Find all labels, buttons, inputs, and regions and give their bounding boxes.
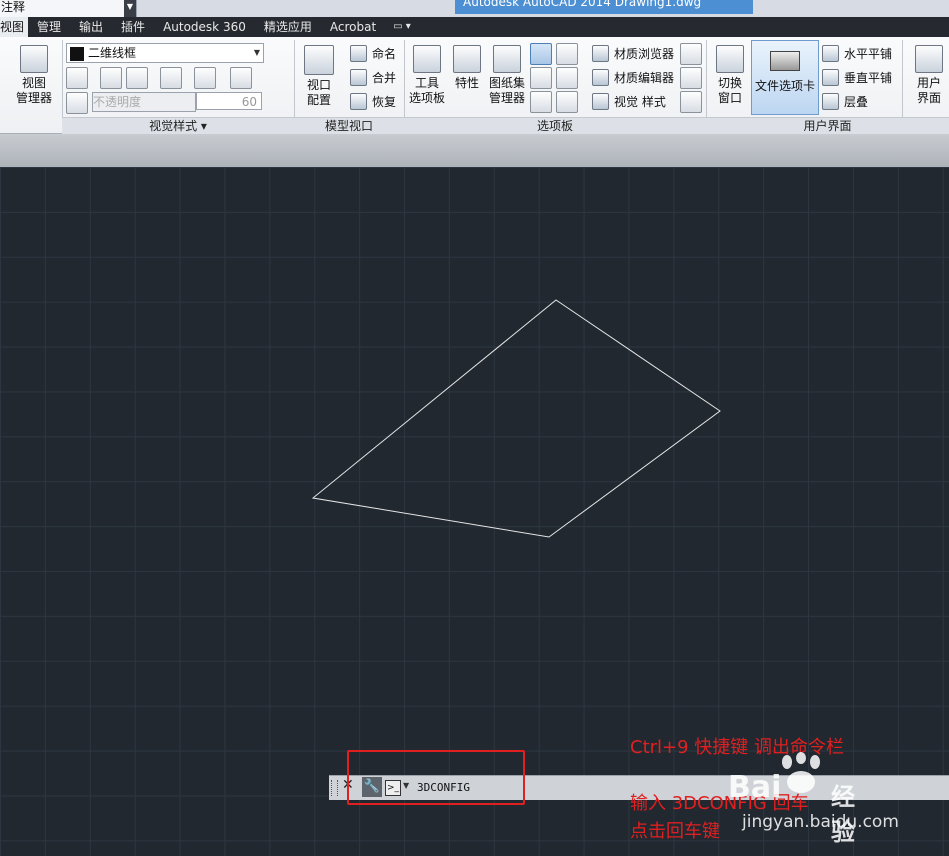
- quadrilateral-shape[interactable]: [311, 299, 721, 538]
- viewport-icon: [304, 45, 334, 75]
- visual-styles-button[interactable]: 视觉 样式: [592, 93, 666, 110]
- drag-grip-icon[interactable]: [331, 780, 338, 796]
- lighting-icon[interactable]: [194, 67, 216, 89]
- join-viewport-icon: [350, 69, 367, 86]
- ribbon-tabs: 视图 管理 输出 插件 Autodesk 360 精选应用 Acrobat ▭ …: [0, 17, 949, 37]
- opacity-cube-icon[interactable]: [66, 92, 88, 114]
- ribbon-toggle-icon[interactable]: ▭ ▾: [385, 17, 419, 37]
- properties-button[interactable]: 特性: [450, 45, 484, 91]
- user-interface-panel-title: 用户界面: [706, 117, 949, 134]
- tool-palette-icon: [413, 45, 441, 73]
- tab-output[interactable]: 输出: [70, 17, 112, 37]
- sun-properties-icon[interactable]: [680, 91, 702, 113]
- viewport-config-label: 视口 配置: [306, 78, 331, 107]
- palettes-panel-title: 选项板: [404, 117, 706, 134]
- properties-icon: [453, 45, 481, 73]
- tab-view[interactable]: 视图: [0, 17, 29, 37]
- tab-addins[interactable]: 插件: [112, 17, 154, 37]
- tile-horizontal-button[interactable]: 水平平铺: [822, 45, 892, 62]
- cascade-button[interactable]: 层叠: [822, 93, 868, 110]
- watermark-url: jingyan.baidu.com: [742, 812, 899, 832]
- transparency-label: 不透明度: [92, 92, 196, 112]
- join-viewports-button[interactable]: 合并: [350, 69, 396, 86]
- file-tabs-icon: [770, 51, 800, 71]
- quickcalc-icon[interactable]: [556, 91, 578, 113]
- view-manager-label: 视图 管理器: [15, 76, 52, 105]
- tile-vertical-icon: [822, 69, 839, 86]
- materials-editor-button[interactable]: 材质编辑器: [592, 69, 674, 86]
- tool-palettes-button[interactable]: 工具 选项板: [406, 45, 448, 106]
- tile-vertical-button[interactable]: 垂直平铺: [822, 69, 892, 86]
- watermark-brand: Bai: [728, 770, 782, 805]
- visual-style-dropdown[interactable]: 二维线框 ▼: [66, 43, 264, 63]
- sheetset-icon: [493, 45, 521, 73]
- visual-styles-icon: [592, 93, 609, 110]
- window-title: Autodesk AutoCAD 2014 Drawing1.dwg: [455, 0, 753, 14]
- render-env-icon[interactable]: [680, 67, 702, 89]
- materials-editor-icon: [592, 69, 609, 86]
- viewport-config-button[interactable]: 视口 配置: [298, 45, 340, 108]
- command-line-toggle-icon[interactable]: [530, 43, 552, 65]
- chevron-down-icon[interactable]: ▼: [254, 44, 260, 62]
- file-tabs-strip: [0, 134, 949, 167]
- markup-icon[interactable]: [530, 67, 552, 89]
- user-interface-button[interactable]: 用户 界面: [910, 45, 948, 106]
- shadow-effects-icon[interactable]: [160, 67, 182, 89]
- dbconnect-icon[interactable]: [530, 91, 552, 113]
- title-bar: 注释 ▼ Autodesk AutoCAD 2014 Drawing1.dwg: [0, 0, 949, 17]
- switch-windows-button[interactable]: 切换 窗口: [710, 45, 750, 106]
- chevron-down-icon[interactable]: ▼: [124, 0, 136, 17]
- named-viewport-icon: [350, 45, 367, 62]
- restore-viewports-button[interactable]: 恢复: [350, 93, 396, 110]
- wireframe-icon: [70, 47, 84, 61]
- user-interface-icon: [915, 45, 943, 73]
- tab-acrobat[interactable]: Acrobat: [321, 17, 385, 37]
- color-effects-icon[interactable]: [126, 67, 148, 89]
- design-center-icon[interactable]: [556, 43, 578, 65]
- cascade-icon: [822, 93, 839, 110]
- named-viewports-button[interactable]: 命名: [350, 45, 396, 62]
- view-manager-button[interactable]: 视图 管理器: [12, 45, 56, 106]
- tab-manage[interactable]: 管理: [28, 17, 70, 37]
- calculator-icon[interactable]: [556, 67, 578, 89]
- visual-styles-panel-title[interactable]: 视觉样式 ▾: [62, 117, 294, 134]
- tab-autodesk-360[interactable]: Autodesk 360: [154, 17, 255, 37]
- switch-windows-icon: [716, 45, 744, 73]
- paw-icon: [782, 752, 820, 793]
- materials-browser-icon: [592, 45, 609, 62]
- lights-list-icon[interactable]: [680, 43, 702, 65]
- highlight-box: [347, 750, 525, 805]
- workspace-combo[interactable]: 注释 ▼: [0, 0, 137, 17]
- sheetset-manager-button[interactable]: 图纸集 管理器: [486, 45, 528, 106]
- visual-style-value: 二维线框: [88, 46, 137, 60]
- model-viewports-panel-title: 模型视口: [294, 117, 404, 134]
- materials-browser-button[interactable]: 材质浏览器: [592, 45, 674, 62]
- file-tabs-button[interactable]: 文件选项卡: [751, 40, 819, 115]
- annotation-line-3: 点击回车键: [630, 821, 720, 842]
- edge-effects-icon[interactable]: [66, 67, 88, 89]
- transparency-value[interactable]: 60: [196, 92, 262, 110]
- material-sphere-icon[interactable]: [230, 67, 252, 89]
- workspace-label: 注释: [1, 0, 26, 14]
- restore-viewport-icon: [350, 93, 367, 110]
- tile-horizontal-icon: [822, 45, 839, 62]
- face-effects-icon[interactable]: [100, 67, 122, 89]
- tab-featured-apps[interactable]: 精选应用: [255, 17, 321, 37]
- view-manager-icon: [20, 45, 48, 73]
